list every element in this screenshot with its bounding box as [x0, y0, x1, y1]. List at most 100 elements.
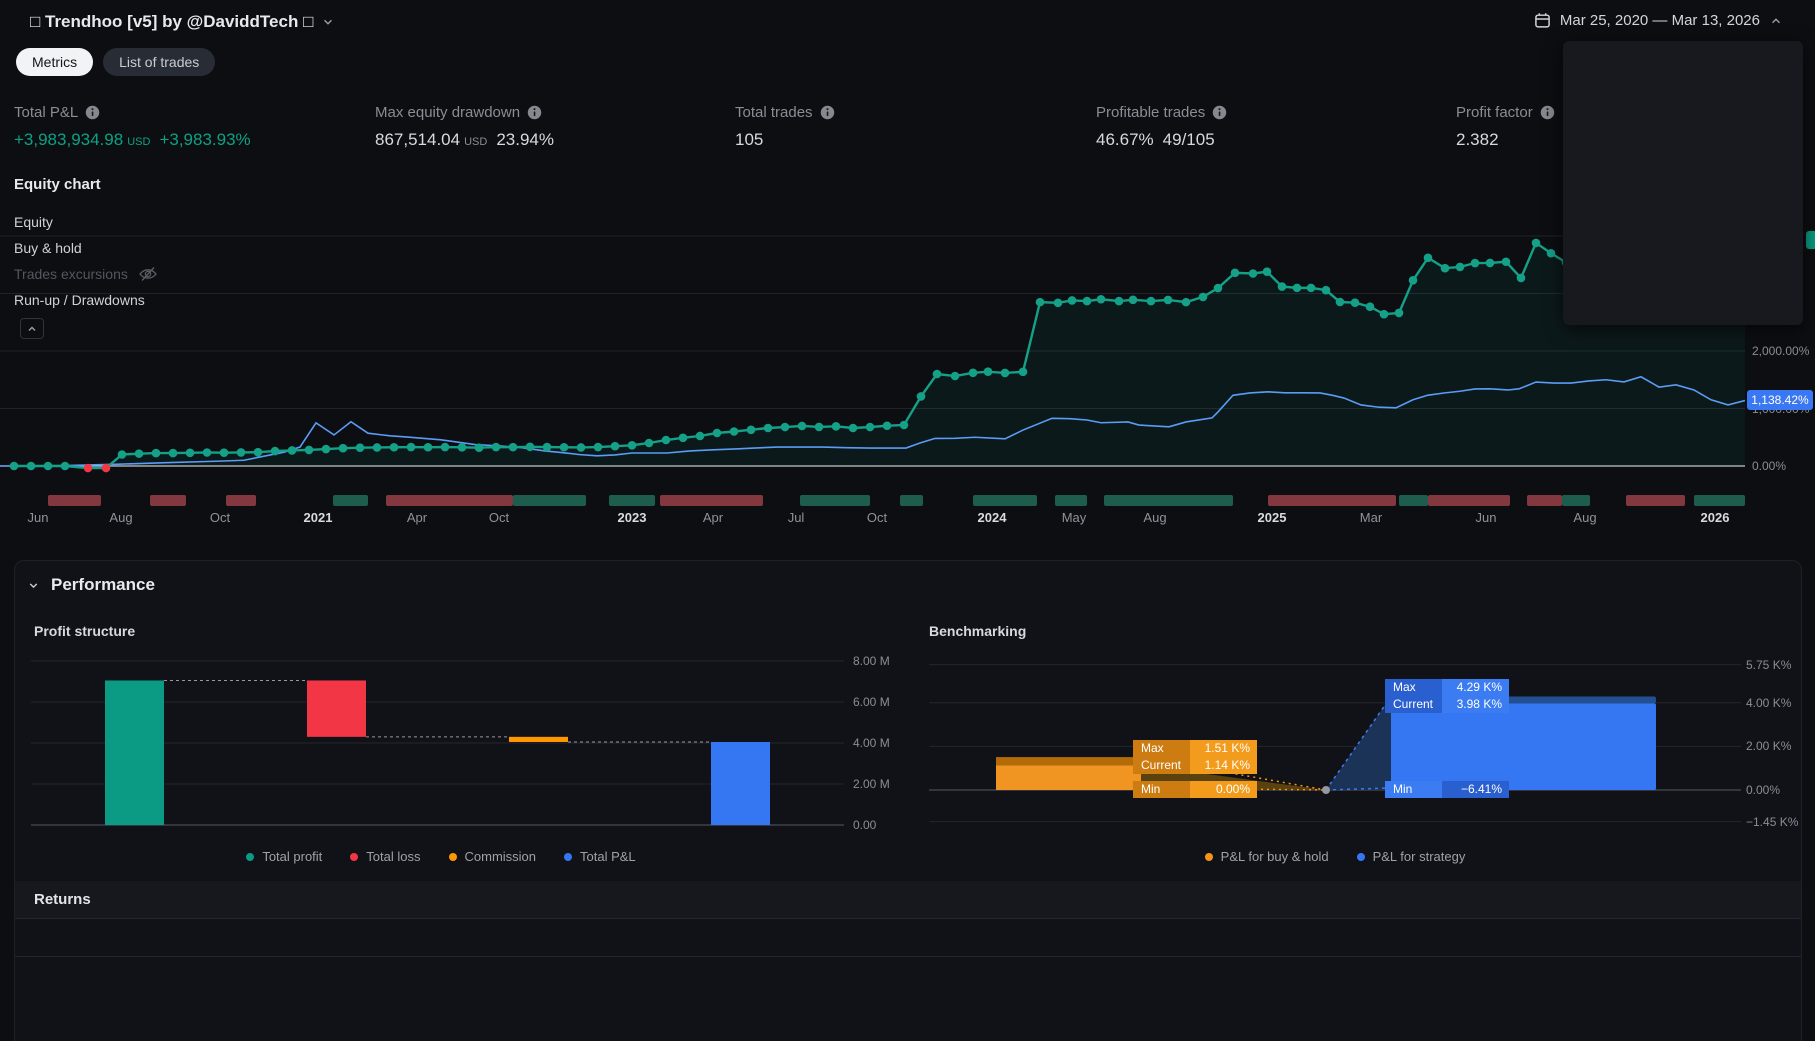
- legend-dot: [246, 852, 255, 861]
- legend-item-p-l-for-strategy[interactable]: P&L for strategy: [1356, 849, 1466, 864]
- navigator-segment[interactable]: [1399, 495, 1428, 506]
- navigator-segment[interactable]: [1562, 495, 1590, 506]
- info-icon[interactable]: [820, 105, 835, 120]
- returns-section-header: Returns: [15, 881, 1801, 919]
- callout-row-label: Max: [1385, 679, 1442, 697]
- equity-x-label: Jun: [1475, 510, 1497, 525]
- info-icon[interactable]: [1540, 105, 1555, 120]
- metric-label: Max equity drawdown: [375, 103, 554, 121]
- metric-value-extra: 23.94%: [496, 130, 554, 149]
- metric-label-text: Total trades: [735, 103, 813, 121]
- metric-label: Profit factor: [1456, 103, 1555, 121]
- metric-value: 46.67% 49/105: [1096, 130, 1227, 150]
- equity-legend-label: Equity: [14, 214, 53, 230]
- metric-value-extra: +3,983.93%: [159, 130, 251, 149]
- metric-label: Total trades: [735, 103, 835, 121]
- metric-value: 2.382: [1456, 130, 1555, 150]
- profit-structure-chart-svg: [31, 660, 844, 826]
- metric-value-number: 46.67%: [1096, 130, 1154, 149]
- profit-structure-tick: 0.00: [853, 818, 877, 832]
- equity-legend-item-run-up-drawdowns[interactable]: Run-up / Drawdowns: [14, 292, 158, 308]
- profit-structure-tick: 6.00 M: [853, 695, 890, 709]
- navigator-segment[interactable]: [386, 495, 513, 506]
- equity-y-label: 2,000.00%: [1752, 344, 1810, 358]
- callout-row-label: Current: [1385, 696, 1442, 714]
- metric-label: Total P&L: [14, 103, 251, 121]
- callout-row-value: 1.14 K%: [1190, 757, 1257, 775]
- legend-item-total-p-l[interactable]: Total P&L: [564, 849, 636, 864]
- callout-row: Max 1.51 K%: [1133, 740, 1257, 758]
- chevron-down-icon: [29, 582, 38, 588]
- metric-label-text: Max equity drawdown: [375, 103, 521, 121]
- benchmarking-tick: −1.45 K%: [1746, 814, 1799, 829]
- navigator-segment[interactable]: [660, 495, 763, 506]
- navigator-segment[interactable]: [609, 495, 655, 506]
- equity-x-label: 2026: [1700, 510, 1730, 525]
- equity-x-label: Oct: [866, 510, 888, 525]
- collapse-chart-button[interactable]: [20, 318, 44, 339]
- metric-total-p-l: Total P&L +3,983,934.98 USD +3,983.93%: [14, 103, 251, 150]
- legend-label: Total profit: [262, 849, 323, 864]
- equity-x-label: May: [1061, 510, 1087, 525]
- legend-dot: [350, 852, 359, 861]
- metric-value-currency: USD: [127, 136, 151, 148]
- legend-label: Commission: [464, 849, 537, 864]
- strategy-title[interactable]: □ Trendhoo [v5] by @DaviddTech □: [30, 12, 335, 32]
- equity-legend-item-equity[interactable]: Equity: [14, 214, 158, 230]
- profit-structure-tick: 2.00 M: [853, 777, 890, 791]
- legend-item-total-loss[interactable]: Total loss: [350, 849, 421, 864]
- navigator-segment[interactable]: [1694, 495, 1745, 506]
- date-range-control[interactable]: Mar 25, 2020 — Mar 13, 2026: [1534, 12, 1783, 29]
- callout-row: Max 4.29 K%: [1385, 679, 1509, 697]
- equity-x-label: Mar: [1359, 510, 1383, 525]
- legend-label: P&L for buy & hold: [1220, 849, 1329, 864]
- navigator-segment[interactable]: [900, 495, 923, 506]
- navigator-segment[interactable]: [800, 495, 870, 506]
- tab-list-of-trades[interactable]: List of trades: [103, 48, 216, 76]
- navigator-segment[interactable]: [1626, 495, 1685, 506]
- navigator-segment[interactable]: [1104, 495, 1233, 506]
- legend-label: P&L for strategy: [1372, 849, 1466, 864]
- returns-table-header: [15, 918, 1801, 957]
- eye-off-icon[interactable]: [138, 266, 158, 282]
- navigator-segment[interactable]: [1527, 495, 1562, 506]
- navigator-segment[interactable]: [333, 495, 368, 506]
- equity-x-label: Oct: [209, 510, 231, 525]
- equity-legend-label: Buy & hold: [14, 240, 82, 256]
- navigator-segment[interactable]: [1428, 495, 1510, 506]
- legend-item-commission[interactable]: Commission: [448, 849, 537, 864]
- navigator-segment[interactable]: [1268, 495, 1396, 506]
- navigator-segment[interactable]: [226, 495, 256, 506]
- performance-section-header[interactable]: Performance: [27, 575, 155, 595]
- equity-x-label: Oct: [488, 510, 510, 525]
- navigator-segment[interactable]: [973, 495, 1037, 506]
- info-icon[interactable]: [1212, 105, 1227, 120]
- callout-row: Current 3.98 K%: [1385, 696, 1509, 714]
- metric-value: +3,983,934.98 USD +3,983.93%: [14, 130, 251, 150]
- equity-legend-item-buy-hold[interactable]: Buy & hold: [14, 240, 158, 256]
- metric-value-number: 867,514.04: [375, 130, 461, 149]
- legend-item-p-l-for-buy-hold[interactable]: P&L for buy & hold: [1204, 849, 1329, 864]
- buy-hold-pl-bar: [996, 765, 1141, 790]
- navigator-segment[interactable]: [48, 495, 101, 506]
- chevron-up-icon: [1772, 17, 1780, 23]
- equity-value-badge-sliver: [1806, 231, 1815, 249]
- tab-metrics[interactable]: Metrics: [16, 48, 94, 76]
- navigator-segment[interactable]: [150, 495, 186, 506]
- info-icon[interactable]: [85, 105, 100, 120]
- metric-value-number: 105: [735, 130, 764, 149]
- navigator-segment[interactable]: [1055, 495, 1087, 506]
- equity-legend-item-trades-excursions[interactable]: Trades excursions: [14, 266, 158, 282]
- legend-label: Total loss: [366, 849, 421, 864]
- waterfall-bar-total-p-l: [711, 741, 770, 825]
- chevron-down-icon: [324, 19, 333, 25]
- legend-item-total-profit[interactable]: Total profit: [246, 849, 322, 864]
- equity-x-label: 2021: [303, 510, 333, 525]
- metric-profit-factor: Profit factor 2.382: [1456, 103, 1555, 150]
- benchmarking-tick: 2.00 K%: [1746, 739, 1792, 754]
- navigator-segment[interactable]: [513, 495, 586, 506]
- metric-label-text: Total P&L: [14, 103, 79, 121]
- info-icon[interactable]: [527, 105, 542, 120]
- metric-value: 867,514.04 USD 23.94%: [375, 130, 554, 150]
- equity-x-label: Aug: [1573, 510, 1597, 525]
